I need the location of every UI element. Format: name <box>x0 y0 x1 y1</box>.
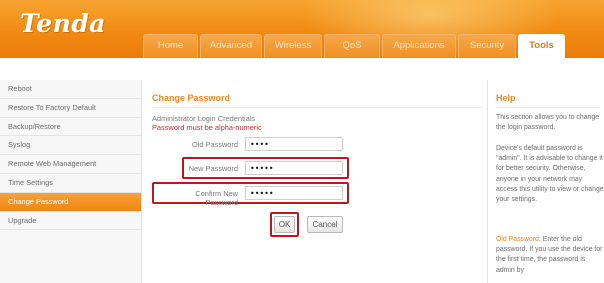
tab-tools[interactable]: Tools <box>518 34 565 58</box>
tab-security[interactable]: Security <box>458 34 516 58</box>
top-header: Tenda Home Advanced Wireless QoS Applica… <box>0 0 604 58</box>
help-old-password-keyword: Old Password <box>496 236 539 243</box>
sidebar-item-change-password[interactable]: Change Password <box>0 192 141 212</box>
sidebar-item-backup-restore[interactable]: Backup/Restore <box>0 118 141 137</box>
help-intro-text: This section allows you to change the lo… <box>496 114 600 132</box>
tab-qos[interactable]: QoS <box>324 34 380 58</box>
credentials-label: Administrator Login Credentials <box>152 114 256 123</box>
help-panel: Help This section allows you to change t… <box>487 80 604 283</box>
tab-wireless[interactable]: Wireless <box>264 34 322 58</box>
tab-home[interactable]: Home <box>143 34 198 58</box>
brand-logo: Tenda <box>20 9 106 38</box>
tab-advanced[interactable]: Advanced <box>200 34 262 58</box>
sidebar-item-reboot[interactable]: Reboot <box>0 80 141 99</box>
sidebar-item-remote-web-management[interactable]: Remote Web Management <box>0 155 141 174</box>
sidebar-item-time-settings[interactable]: Time Settings <box>0 174 141 193</box>
tab-applications[interactable]: Applications <box>382 34 456 58</box>
sidebar-item-upgrade[interactable]: Upgrade <box>0 212 141 231</box>
confirm-password-field[interactable] <box>245 186 343 200</box>
old-password-label: Old Password <box>191 140 238 149</box>
password-rule-warning: Password must be alpha-numeric <box>152 123 262 132</box>
sidebar-menu: Reboot Restore To Factory Default Backup… <box>0 80 142 283</box>
help-divider <box>496 107 600 108</box>
new-password-label: New Password <box>188 164 238 173</box>
ok-button[interactable]: OK <box>274 216 295 233</box>
old-password-field[interactable] <box>245 137 343 151</box>
confirm-password-label: Confirm New Password <box>195 189 238 207</box>
change-password-panel: Change Password Administrator Login Cred… <box>143 80 485 283</box>
main-nav-tabs: Home Advanced Wireless QoS Applications … <box>143 34 565 58</box>
page-title: Change Password <box>152 93 231 103</box>
sidebar-item-restore-factory-default[interactable]: Restore To Factory Default <box>0 99 141 118</box>
cancel-button[interactable]: Cancel <box>307 216 343 233</box>
help-title: Help <box>496 93 516 103</box>
help-default-password-text: Device's default password is "admin". It… <box>496 145 604 204</box>
title-divider <box>152 107 482 108</box>
new-password-field[interactable] <box>245 161 343 175</box>
sidebar-item-syslog[interactable]: Syslog <box>0 136 141 156</box>
help-old-password-text: Old Password: Enter the old password. If… <box>496 235 604 276</box>
